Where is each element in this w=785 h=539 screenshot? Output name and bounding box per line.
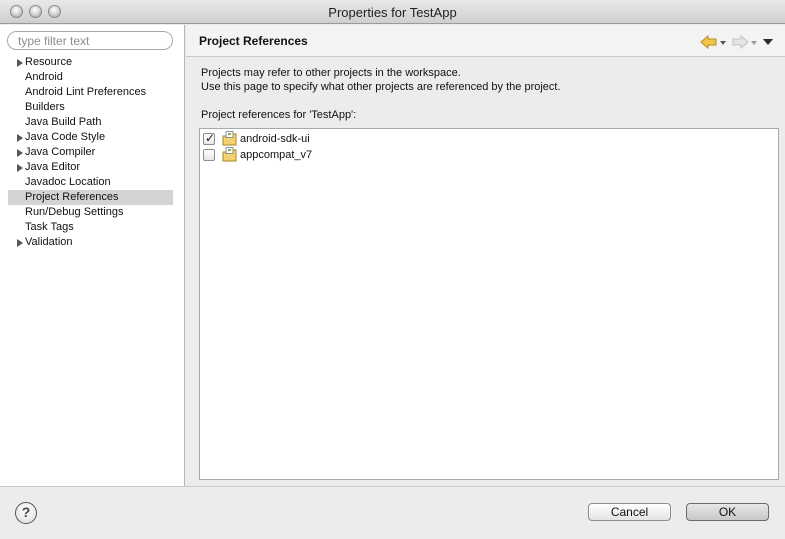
checkmark-icon: ✓ (205, 131, 216, 145)
tree-item-label: Android (25, 71, 63, 83)
tree-item-label: Task Tags (25, 221, 74, 233)
reference-name: appcompat_v7 (240, 149, 313, 161)
tree-item-label: Java Code Style (25, 131, 106, 143)
tree-item-project-references[interactable]: Project References (8, 190, 173, 205)
button-bar: ? Cancel OK (0, 486, 785, 539)
tree-item-java-editor[interactable]: Java Editor (8, 160, 173, 175)
cancel-button[interactable]: Cancel (588, 503, 671, 521)
tree-item-task-tags[interactable]: Task Tags (8, 220, 173, 235)
view-menu-icon[interactable] (763, 39, 773, 45)
tree-item-javadoc-location[interactable]: Javadoc Location (8, 175, 173, 190)
tree-item-java-build-path[interactable]: Java Build Path (8, 115, 173, 130)
filter-input[interactable] (7, 31, 173, 50)
description-line: Use this page to specify what other proj… (201, 81, 561, 93)
window-title: Properties for TestApp (328, 5, 457, 20)
back-arrow-icon[interactable] (700, 34, 728, 50)
tree-item-label: Validation (25, 236, 73, 248)
references-list: ✓ android-sdk-ui appcompat_v7 (199, 128, 779, 480)
tree-item-validation[interactable]: Validation (8, 235, 173, 250)
tree-item-java-code-style[interactable]: Java Code Style (8, 130, 173, 145)
description-line: Projects may refer to other projects in … (201, 67, 461, 79)
project-folder-icon (222, 147, 237, 162)
left-panel: Resource Android Android Lint Preference… (0, 25, 185, 486)
tree-item-android-lint-preferences[interactable]: Android Lint Preferences (8, 85, 173, 100)
tree-item-label: Run/Debug Settings (25, 206, 124, 218)
property-tree: Resource Android Android Lint Preference… (8, 55, 173, 250)
tree-item-label: Resource (25, 56, 73, 68)
tree-item-java-compiler[interactable]: Java Compiler (8, 145, 173, 160)
tree-item-android[interactable]: Android (8, 70, 173, 85)
reference-checkbox[interactable] (203, 149, 215, 161)
tree-item-run-debug-settings[interactable]: Run/Debug Settings (8, 205, 173, 220)
tree-item-label: Android Lint Preferences (25, 86, 147, 98)
expand-triangle-icon[interactable] (17, 239, 23, 247)
reference-name: android-sdk-ui (240, 133, 310, 145)
expand-triangle-icon[interactable] (17, 149, 23, 157)
project-folder-icon (222, 131, 237, 146)
expand-triangle-icon[interactable] (17, 59, 23, 67)
expand-triangle-icon[interactable] (17, 164, 23, 172)
right-panel: Project References Projects may refer to… (186, 25, 785, 486)
help-icon[interactable]: ? (15, 502, 37, 524)
tree-item-resource[interactable]: Resource (8, 55, 173, 70)
tree-item-label: Javadoc Location (25, 176, 111, 188)
title-bar: Properties for TestApp (0, 0, 785, 24)
references-label: Project references for 'TestApp': (201, 109, 357, 121)
tree-item-label: Project References (25, 191, 119, 203)
page-description: Projects may refer to other projects in … (201, 66, 561, 94)
page-header: Project References (186, 25, 785, 57)
tree-item-builders[interactable]: Builders (8, 100, 173, 115)
reference-checkbox[interactable]: ✓ (203, 131, 216, 145)
tree-item-label: Java Compiler (25, 146, 96, 158)
tree-item-label: Java Editor (25, 161, 81, 173)
forward-arrow-icon[interactable] (731, 34, 759, 50)
tree-item-label: Builders (25, 101, 65, 113)
expand-triangle-icon[interactable] (17, 134, 23, 142)
page-title: Project References (199, 34, 308, 48)
ok-button[interactable]: OK (686, 503, 769, 521)
tree-item-label: Java Build Path (25, 116, 102, 128)
